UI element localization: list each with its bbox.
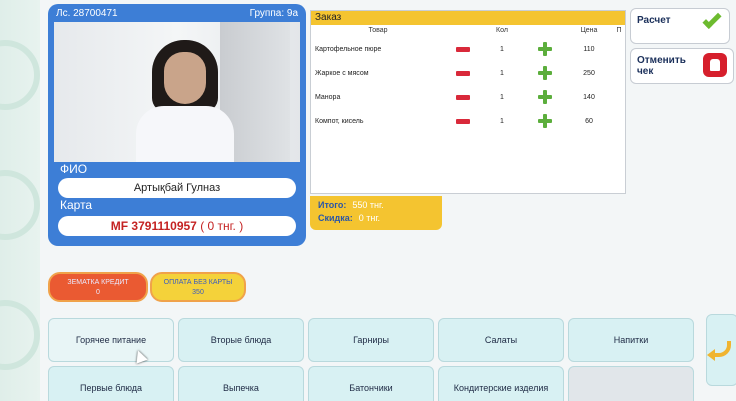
pay-without-card-label: ОПЛАТА БЕЗ КАРТЫ (163, 279, 233, 286)
discount-label: Скидка: (318, 213, 353, 223)
check-icon (702, 9, 722, 30)
decorative-wave-icon (0, 300, 40, 370)
next-page-button[interactable] (706, 314, 736, 386)
cancel-label: Отменить чек (637, 55, 686, 77)
col-item: Товар (368, 27, 388, 34)
pay-without-card-button[interactable]: ОПЛАТА БЕЗ КАРТЫ 350 (150, 272, 246, 302)
total-value: 550 тнг. (352, 200, 384, 210)
student-header: Лс. 28700471 Группа: 9а (48, 4, 306, 22)
order-row: Жаркое с мясом 1 250 (311, 61, 625, 85)
order-item-name: Картофельное пюре (315, 45, 382, 53)
card-balance: ( 0 тнг. ) (200, 219, 244, 233)
credit-mode-value: 0 (96, 289, 100, 296)
pay-label: Расчет (637, 15, 671, 26)
return-arrow-icon (707, 341, 731, 361)
col-qty: Кол (496, 27, 508, 34)
plus-icon[interactable] (538, 114, 552, 128)
category-garnishes[interactable]: Гарниры (308, 318, 434, 362)
order-header: Товар Кол Цена П (311, 25, 625, 37)
card-number: MF 3791110957 (110, 219, 197, 233)
category-drinks[interactable]: Напитки (568, 318, 694, 362)
order-item-name: Компот, кисель (315, 117, 364, 125)
order-item-price: 60 (585, 117, 593, 125)
order-row: Картофельное пюре 1 110 (311, 37, 625, 61)
plus-icon[interactable] (538, 42, 552, 56)
order-item-price: 140 (583, 93, 595, 101)
fio-label: ФИО (60, 162, 88, 176)
plus-icon[interactable] (538, 90, 552, 104)
minus-icon[interactable] (456, 94, 470, 100)
credit-mode-label: ЗЕМАТКА КРЕДИТ (67, 279, 129, 286)
order-panel: Заказ Товар Кол Цена П Картофельное пюре… (310, 10, 626, 194)
order-item-name: Манора (315, 93, 341, 101)
minus-icon[interactable] (456, 118, 470, 124)
category-hot-meals[interactable]: Горячее питание (48, 318, 174, 362)
plus-icon[interactable] (538, 66, 552, 80)
order-item-price: 250 (583, 69, 595, 77)
order-item-qty: 1 (500, 45, 504, 53)
card-label: Карта (60, 198, 93, 212)
pos-screen: Лс. 28700471 Группа: 9а ФИО Артықбай Гул… (40, 0, 736, 401)
account-number: Лс. 28700471 (56, 7, 118, 19)
col-price: Цена (580, 27, 598, 34)
category-first-courses[interactable]: Первые блюда (48, 366, 174, 401)
credit-mode-button[interactable]: ЗЕМАТКА КРЕДИТ 0 (48, 272, 148, 302)
order-title: Заказ (311, 11, 625, 25)
card-field: MF 3791110957 ( 0 тнг. ) (58, 216, 296, 236)
category-confectionery[interactable]: Кондитерские изделия (438, 366, 564, 401)
order-item-qty: 1 (500, 93, 504, 101)
order-item-price: 110 (583, 45, 595, 53)
order-item-qty: 1 (500, 117, 504, 125)
total-label: Итого: (318, 200, 347, 210)
minus-icon[interactable] (456, 46, 470, 52)
stop-hand-icon (703, 53, 727, 77)
decorative-wave-icon (0, 40, 40, 110)
order-row: Манора 1 140 (311, 85, 625, 109)
category-bars[interactable]: Батончики (308, 366, 434, 401)
minus-icon[interactable] (456, 70, 470, 76)
decorative-side-strip (0, 0, 40, 401)
category-empty[interactable] (568, 366, 694, 401)
category-pastry[interactable]: Выпечка (178, 366, 304, 401)
fio-field: Артықбай Гулназ (58, 178, 296, 198)
cancel-check-button[interactable]: Отменить чек (630, 48, 734, 84)
order-row: Компот, кисель 1 60 (311, 109, 625, 133)
order-totals: Итого: 550 тнг. Скидка: 0 тнг. (310, 196, 442, 230)
pay-without-card-value: 350 (192, 289, 204, 296)
student-photo (54, 22, 300, 162)
col-p: П (616, 27, 622, 34)
group-label: Группа: 9а (249, 7, 298, 19)
pay-button[interactable]: Расчет (630, 8, 730, 44)
category-salads[interactable]: Салаты (438, 318, 564, 362)
order-item-name: Жаркое с мясом (315, 69, 369, 77)
discount-value: 0 тнг. (358, 213, 381, 223)
student-card: Лс. 28700471 Группа: 9а ФИО Артықбай Гул… (48, 4, 306, 246)
decorative-wave-icon (0, 170, 40, 240)
order-item-qty: 1 (500, 69, 504, 77)
category-second-courses[interactable]: Вторые блюда (178, 318, 304, 362)
